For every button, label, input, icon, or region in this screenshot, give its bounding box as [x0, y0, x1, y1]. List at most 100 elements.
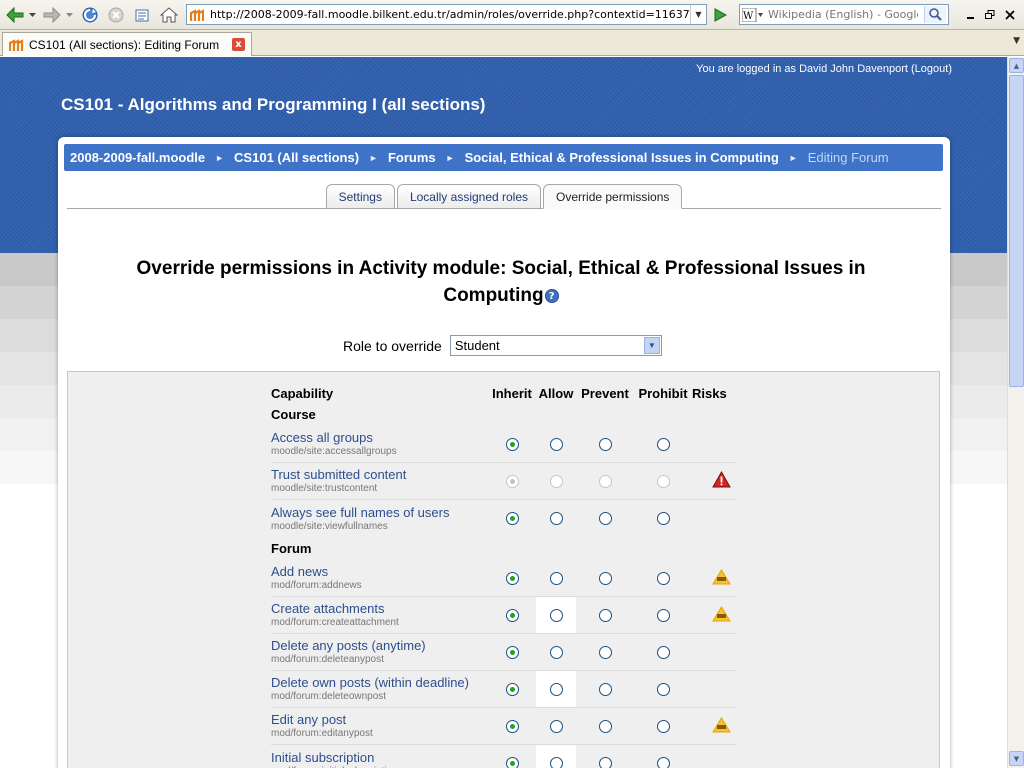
- address-bar[interactable]: http://2008-2009-fall.moodle.bilkent.edu…: [186, 4, 707, 25]
- capability-name-link[interactable]: Delete own posts (within deadline): [271, 675, 488, 691]
- page-title: Override permissions in Activity module:…: [98, 255, 904, 309]
- search-engine-icon[interactable]: W: [742, 7, 764, 22]
- risk-spam-icon[interactable]: [711, 605, 731, 625]
- forward-history-icon[interactable]: [64, 4, 74, 26]
- breadcrumb-link-course[interactable]: CS101 (All sections): [234, 150, 359, 165]
- search-button-icon[interactable]: [924, 6, 946, 23]
- permission-cell-inherit: [488, 500, 536, 537]
- url-text[interactable]: http://2008-2009-fall.moodle.bilkent.edu…: [210, 8, 690, 21]
- logout-link[interactable]: Logout: [915, 63, 949, 75]
- chevron-down-icon[interactable]: ▼: [643, 337, 660, 354]
- reload-icon[interactable]: [80, 4, 100, 26]
- back-history-icon[interactable]: [27, 4, 37, 26]
- capability-id: mod/forum:createattachment: [271, 617, 399, 628]
- radio-allow[interactable]: [549, 437, 563, 451]
- radio-inherit[interactable]: [505, 645, 519, 659]
- role-select[interactable]: Student ▼: [449, 335, 662, 356]
- permission-cell-prevent: [576, 500, 634, 537]
- radio-prohibit[interactable]: [656, 645, 670, 659]
- radio-inherit[interactable]: [505, 682, 519, 696]
- url-dropdown-icon[interactable]: ▼: [690, 5, 706, 24]
- capability-name-link[interactable]: Add news: [271, 564, 488, 580]
- radio-prohibit[interactable]: [656, 719, 670, 733]
- radio-prevent[interactable]: [598, 645, 612, 659]
- tab-list-icon[interactable]: ▼: [1013, 36, 1020, 46]
- tab-settings[interactable]: Settings: [325, 184, 395, 208]
- capability-name-link[interactable]: Edit any post: [271, 712, 488, 728]
- help-icon[interactable]: ?: [544, 288, 559, 303]
- permission-cell-allow: [536, 426, 576, 462]
- radio-prohibit[interactable]: [656, 682, 670, 696]
- capability-id: moodle/site:trustcontent: [271, 483, 378, 494]
- radio-prevent: [598, 474, 612, 488]
- risk-xss-icon[interactable]: [711, 470, 731, 491]
- radio-allow[interactable]: [549, 719, 563, 733]
- capability-name-link[interactable]: Always see full names of users: [271, 505, 488, 521]
- capability-cell: Create attachments mod/forum:createattach…: [271, 597, 488, 633]
- history-icon[interactable]: [132, 4, 152, 26]
- close-window-icon[interactable]: [1003, 4, 1017, 26]
- permission-cell-prevent: [576, 634, 634, 670]
- browser-tab-title: CS101 (All sections): Editing Forum: [29, 37, 220, 52]
- radio-prohibit[interactable]: [656, 571, 670, 585]
- scroll-up-icon[interactable]: ▲: [1009, 58, 1024, 73]
- tab-override-permissions[interactable]: Override permissions: [543, 184, 683, 209]
- radio-prevent[interactable]: [598, 682, 612, 696]
- capability-name-link[interactable]: Delete any posts (anytime): [271, 638, 488, 654]
- search-bar[interactable]: W: [739, 4, 949, 25]
- radio-allow[interactable]: [549, 608, 563, 622]
- stop-icon[interactable]: [106, 4, 126, 26]
- radio-prohibit[interactable]: [656, 757, 670, 768]
- forward-icon[interactable]: [41, 4, 63, 26]
- radio-inherit[interactable]: [505, 437, 519, 451]
- radio-inherit[interactable]: [505, 757, 519, 768]
- breadcrumb-link-forum[interactable]: Social, Ethical & Professional Issues in…: [465, 150, 779, 165]
- radio-prevent[interactable]: [598, 719, 612, 733]
- vertical-scrollbar[interactable]: ▲ ▼: [1007, 57, 1024, 768]
- radio-inherit[interactable]: [505, 512, 519, 525]
- tab-close-icon[interactable]: x: [232, 38, 245, 51]
- risk-spam-icon[interactable]: [711, 568, 731, 588]
- home-icon[interactable]: [158, 4, 180, 26]
- scroll-down-icon[interactable]: ▼: [1009, 751, 1024, 766]
- minimize-icon[interactable]: [963, 4, 977, 26]
- header-allow: Allow: [538, 385, 574, 401]
- radio-inherit[interactable]: [505, 608, 519, 622]
- radio-prohibit[interactable]: [656, 608, 670, 622]
- radio-allow[interactable]: [549, 757, 563, 768]
- browser-tab-bar: CS101 (All sections): Editing Forum x ▼: [0, 30, 1024, 56]
- risk-cell: [692, 500, 750, 537]
- search-input[interactable]: [768, 8, 918, 21]
- radio-prevent[interactable]: [598, 757, 612, 768]
- breadcrumb-link-site[interactable]: 2008-2009-fall.moodle: [70, 150, 205, 165]
- capability-name-link[interactable]: Initial subscription: [271, 750, 488, 766]
- scrollbar-thumb[interactable]: [1009, 75, 1024, 387]
- tab-locally-assigned-roles[interactable]: Locally assigned roles: [396, 184, 542, 208]
- go-icon[interactable]: [710, 4, 730, 26]
- radio-allow[interactable]: [549, 512, 563, 525]
- back-icon[interactable]: [4, 4, 26, 26]
- risk-cell: [692, 708, 750, 744]
- capability-name-link[interactable]: Trust submitted content: [271, 467, 488, 483]
- capability-name-link[interactable]: Access all groups: [271, 430, 488, 446]
- radio-allow[interactable]: [549, 571, 563, 585]
- breadcrumb-link-forums[interactable]: Forums: [388, 150, 436, 165]
- radio-prohibit[interactable]: [656, 512, 670, 525]
- radio-allow[interactable]: [549, 645, 563, 659]
- restore-icon[interactable]: [983, 4, 997, 26]
- radio-prevent[interactable]: [598, 512, 612, 525]
- radio-inherit[interactable]: [505, 719, 519, 733]
- radio-allow[interactable]: [549, 682, 563, 696]
- radio-prevent[interactable]: [598, 437, 612, 451]
- capability-id: mod/forum:editanypost: [271, 728, 373, 739]
- risk-cell: [692, 634, 750, 670]
- radio-prohibit[interactable]: [656, 437, 670, 451]
- capability-cell: Add news mod/forum:addnews: [271, 560, 488, 596]
- capability-name-link[interactable]: Create attachments: [271, 601, 488, 617]
- browser-tab[interactable]: CS101 (All sections): Editing Forum x: [2, 32, 252, 56]
- permission-cell-allow: [536, 671, 576, 707]
- radio-prevent[interactable]: [598, 608, 612, 622]
- radio-prevent[interactable]: [598, 571, 612, 585]
- radio-inherit[interactable]: [505, 571, 519, 585]
- risk-spam-icon[interactable]: [711, 716, 731, 736]
